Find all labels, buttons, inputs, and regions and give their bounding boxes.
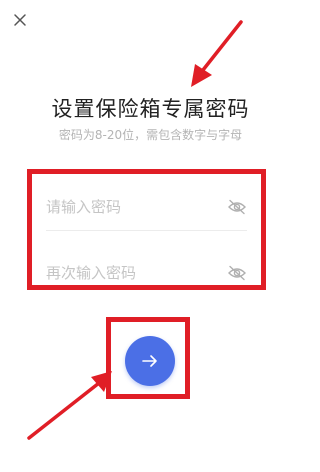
- field-divider: [46, 230, 247, 231]
- next-button[interactable]: [125, 336, 175, 386]
- confirm-password-input[interactable]: [46, 264, 206, 282]
- eye-off-icon[interactable]: [227, 265, 247, 281]
- close-button[interactable]: [8, 8, 32, 32]
- page-title: 设置保险箱专属密码: [51, 97, 250, 121]
- eye-off-icon[interactable]: [227, 199, 247, 215]
- password-field-row: [46, 192, 247, 222]
- bottom-annotation-arrow: [27, 371, 112, 440]
- close-icon: [14, 14, 26, 26]
- arrow-right-icon: [142, 355, 157, 367]
- password-requirements: 密码为8-20位，需包含数字与字母: [58, 128, 243, 142]
- password-input[interactable]: [46, 198, 206, 216]
- top-annotation-arrow: [191, 20, 243, 87]
- password-form: [27, 169, 266, 290]
- confirm-field-row: [46, 258, 247, 288]
- next-button-highlight: [106, 317, 190, 399]
